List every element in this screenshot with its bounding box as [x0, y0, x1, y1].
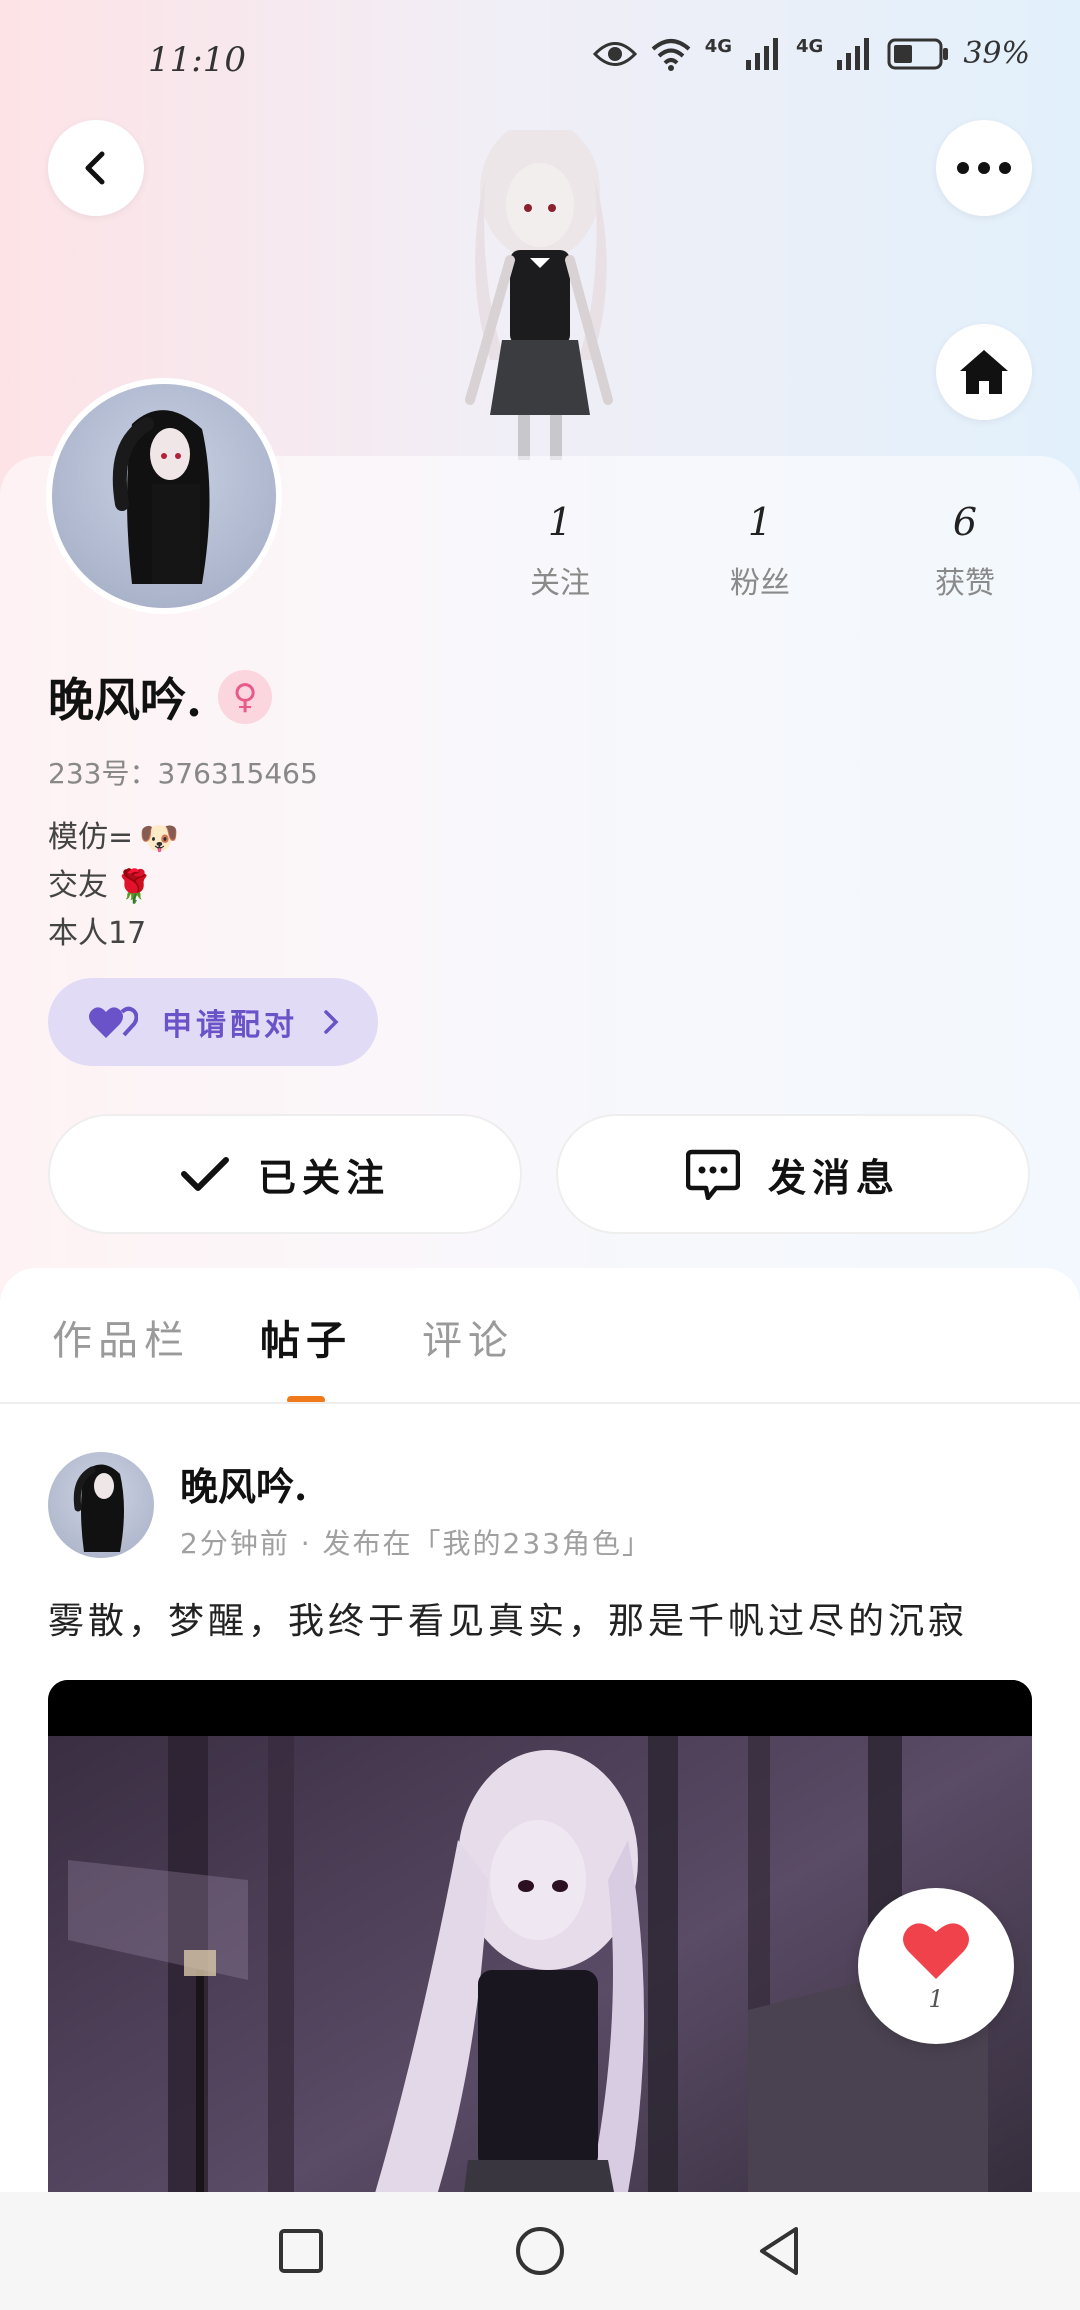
tab-comments[interactable]: 评论: [422, 1308, 514, 1366]
like-button[interactable]: 1: [858, 1888, 1014, 2044]
heart-icon: [903, 1923, 969, 1979]
battery-icon: [887, 38, 949, 69]
eye-icon: [592, 41, 637, 66]
character-figure: [430, 120, 650, 460]
bio-text: 交友: [48, 868, 108, 903]
stat-label: 获赞: [935, 566, 995, 601]
home-icon: [960, 350, 1008, 394]
post-author-avatar[interactable]: [48, 1452, 154, 1558]
like-count: 1: [928, 1985, 944, 2013]
back-triangle-icon[interactable]: [756, 2225, 802, 2277]
chevron-left-icon: [85, 151, 105, 185]
status-icons: 4G 4G 39%: [592, 36, 1030, 71]
system-navigation-bar: [0, 2192, 1080, 2310]
chat-bubble-icon: [685, 1149, 740, 1200]
followed-button[interactable]: 已关注: [48, 1114, 522, 1234]
follow-button-label: 已关注: [257, 1154, 390, 1200]
recent-apps-icon[interactable]: [278, 2228, 324, 2274]
profile-stats: 1 关注 1 粉丝 6 获赞: [490, 500, 1050, 620]
bio-line: 模仿= 🐶: [48, 814, 179, 862]
wifi-icon: [651, 38, 691, 71]
stat-likes[interactable]: 6 获赞: [895, 500, 1035, 602]
more-dots-icon: [957, 162, 1011, 174]
female-gender-icon: ♀: [218, 670, 273, 724]
tab-works[interactable]: 作品栏: [52, 1308, 190, 1366]
username-row: 晚风吟. ♀: [48, 664, 273, 730]
home-circle-icon[interactable]: [514, 2225, 566, 2277]
stat-value: 1: [547, 500, 573, 544]
more-options-button[interactable]: [936, 120, 1032, 216]
status-time: 11:10: [148, 40, 246, 80]
network-2-label: 4G: [796, 36, 824, 57]
signal-icon: [746, 37, 778, 70]
tab-label: 帖子: [260, 1318, 352, 1364]
request-pair-button[interactable]: 申请配对: [48, 978, 378, 1066]
tab-posts[interactable]: 帖子: [260, 1308, 352, 1404]
divider: [0, 1402, 1080, 1404]
stat-label: 粉丝: [730, 566, 790, 601]
dog-emoji-icon: 🐶: [139, 819, 179, 857]
user-id: 233号：376315465: [48, 757, 318, 790]
status-bar: 11:10 4G 4G 39%: [0, 0, 1080, 120]
double-heart-icon: [89, 1006, 138, 1038]
stat-value: 6: [952, 500, 978, 544]
battery-percentage: 39%: [963, 36, 1030, 71]
stat-label: 关注: [530, 566, 590, 601]
rose-emoji-icon: 🌹: [114, 867, 154, 905]
bio-line: 交友 🌹: [48, 862, 179, 910]
bio: 模仿= 🐶 交友 🌹 本人17: [48, 814, 179, 958]
bio-text: 本人17: [48, 916, 147, 951]
post-meta: 2分钟前 · 发布在「我的233角色」: [180, 1527, 652, 1560]
tab-bar: 作品栏 帖子 评论: [52, 1308, 514, 1404]
chevron-right-icon: [324, 1010, 339, 1034]
message-button-label: 发消息: [767, 1154, 900, 1200]
stat-following[interactable]: 1 关注: [490, 500, 630, 602]
stat-followers[interactable]: 1 粉丝: [690, 500, 830, 602]
pair-button-label: 申请配对: [162, 1008, 298, 1043]
bio-line: 本人17: [48, 910, 179, 958]
tab-label: 作品栏: [52, 1318, 190, 1364]
network-1-label: 4G: [704, 36, 732, 57]
tab-label: 评论: [422, 1318, 514, 1364]
back-button[interactable]: [48, 120, 144, 216]
checkmark-icon: [180, 1157, 229, 1191]
post-author-name[interactable]: 晚风吟.: [180, 1456, 307, 1511]
post-text: 雾散，梦醒，我终于看见真实，那是千帆过尽的沉寂: [48, 1601, 969, 1642]
avatar[interactable]: [46, 378, 282, 614]
home-button[interactable]: [936, 324, 1032, 420]
stat-value: 1: [747, 500, 773, 544]
signal-icon: [837, 37, 870, 70]
username: 晚风吟.: [48, 673, 203, 727]
bio-text: 模仿=: [48, 820, 134, 855]
send-message-button[interactable]: 发消息: [556, 1114, 1030, 1234]
avatar-image: [52, 384, 276, 608]
